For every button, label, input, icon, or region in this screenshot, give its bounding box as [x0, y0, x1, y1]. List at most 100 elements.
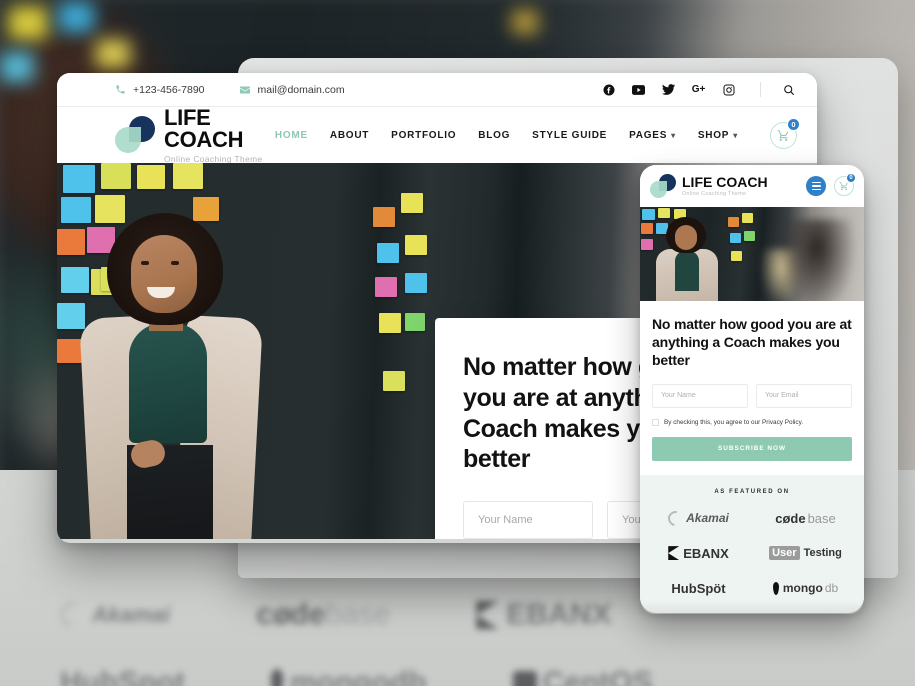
- bg-sticky-note: [0, 52, 34, 82]
- hamburger-menu-icon[interactable]: [806, 176, 826, 196]
- nav-item-pages[interactable]: PAGES ▾: [629, 130, 676, 141]
- mobile-cart-icon: [839, 181, 848, 191]
- mobile-woman-face: [675, 225, 697, 250]
- nav-item-portfolio[interactable]: PORTFOLIO: [391, 130, 456, 141]
- mobile-consent-label: By checking this, you agree to our Priva…: [664, 418, 804, 426]
- bg-sticky-note: [8, 6, 48, 40]
- mobile-logo-ebanx-text: EBANX: [683, 545, 729, 561]
- mobile-subscribe-button[interactable]: SUBSCRIBE NOW: [652, 436, 852, 461]
- cart-icon: [777, 129, 789, 141]
- contact-email[interactable]: mail@domain.com: [239, 84, 345, 96]
- social-links: G+: [602, 82, 795, 97]
- mobile-email-input[interactable]: Your Email: [756, 383, 852, 408]
- mobile-logo-title: LIFE COACH: [682, 174, 768, 190]
- twitter-icon[interactable]: [662, 83, 675, 96]
- mobile-site-logo[interactable]: LIFE COACH Online Coaching Theme: [650, 173, 768, 199]
- googleplus-icon[interactable]: G+: [692, 83, 706, 96]
- logo-leaf-shape: [115, 127, 141, 153]
- hamburger-bar: [811, 181, 821, 184]
- divider: [760, 82, 761, 97]
- mobile-header: LIFE COACH Online Coaching Theme 0: [640, 165, 864, 207]
- nav-item-blog[interactable]: BLOG: [478, 130, 510, 141]
- mobile-sticky-note: [744, 231, 755, 241]
- nav-item-home[interactable]: HOME: [275, 130, 308, 141]
- mobile-logo-akamai: Akamai: [665, 507, 729, 529]
- instagram-icon[interactable]: [722, 83, 735, 96]
- mobile-cart-button[interactable]: 0: [834, 173, 856, 196]
- mobile-logo-akamai-text: Akamai: [686, 511, 729, 526]
- site-logo[interactable]: LIFE COACH Online Coaching Theme: [115, 104, 275, 164]
- facebook-icon[interactable]: [602, 83, 615, 96]
- hero-sticky-note: [63, 165, 95, 193]
- mobile-logo-usertesting-main: User: [769, 546, 800, 561]
- hero-sticky-note: [383, 371, 405, 391]
- logo-tagline: Online Coaching Theme: [164, 153, 263, 164]
- bg-logo-row-2: HubSpot mongodb CentOS: [60, 666, 885, 686]
- mobile-logo-hubspot-text: HubSpöt: [671, 580, 726, 596]
- bg-logo-akamai: Akamai: [54, 596, 170, 634]
- ebanx-mark-icon: [668, 546, 680, 561]
- hero-sticky-note: [375, 277, 397, 297]
- mobile-logo-hubspot: HubSpöt: [671, 581, 725, 596]
- hero-sticky-note: [101, 163, 131, 189]
- contact-phone[interactable]: +123-456-7890: [115, 84, 205, 96]
- nav-item-about[interactable]: ABOUT: [330, 130, 369, 141]
- mobile-consent-checkbox[interactable]: [652, 418, 659, 426]
- bg-logo-ebanx: EBANX: [476, 598, 611, 632]
- mobile-logo-ebanx: EBANX: [668, 546, 729, 561]
- hero-sticky-note: [377, 243, 399, 263]
- akamai-swirl-icon: [665, 507, 687, 529]
- nav-item-shop[interactable]: SHOP ▾: [698, 130, 738, 141]
- nav-item-shop-label: SHOP: [697, 129, 730, 141]
- mobile-form-row: Your Name Your Email: [652, 383, 852, 408]
- mobile-consent-row[interactable]: By checking this, you agree to our Priva…: [652, 418, 852, 426]
- mobile-sticky-note: [641, 239, 653, 250]
- mobile-sticky-note: [730, 233, 741, 243]
- mobile-hero-body: No matter how good you are at anything a…: [640, 301, 864, 461]
- mobile-blurred-person-foreground: [778, 219, 856, 301]
- nav-item-style-guide[interactable]: STYLE GUIDE: [532, 130, 607, 141]
- mobile-name-input[interactable]: Your Name: [652, 383, 748, 408]
- cart-count-badge: 0: [787, 117, 800, 131]
- phone-icon: [115, 84, 126, 95]
- mail-icon: [239, 84, 251, 96]
- hero-coach-woman: [75, 213, 265, 543]
- mobile-hero-photo: [640, 207, 864, 301]
- cart-button[interactable]: 0: [770, 117, 800, 149]
- hamburger-bar: [811, 188, 821, 191]
- mongo-leaf-icon: [772, 581, 779, 595]
- mobile-header-actions: 0: [806, 173, 856, 196]
- search-icon[interactable]: [782, 83, 795, 96]
- mobile-woman-top: [675, 251, 699, 291]
- mobile-mockup: LIFE COACH Online Coaching Theme 0 No ma…: [640, 165, 864, 613]
- youtube-icon[interactable]: [632, 83, 645, 96]
- mobile-logo-mongodb: mongo db: [772, 581, 838, 596]
- hero-sticky-note: [405, 313, 425, 331]
- mobile-cart-count-badge: 0: [846, 173, 856, 183]
- mobile-logo-codebase: cøde base: [775, 511, 836, 526]
- hero-name-input[interactable]: Your Name: [463, 501, 593, 539]
- nav-item-pages-label: PAGES: [629, 129, 668, 141]
- hero-sticky-note: [379, 313, 401, 333]
- mobile-coach-woman: [654, 215, 720, 301]
- hamburger-bar: [811, 185, 821, 187]
- woman-face: [131, 235, 197, 313]
- main-navigation: HOME ABOUT PORTFOLIO BLOG STYLE GUIDE PA…: [275, 117, 800, 149]
- hero-sticky-note: [137, 165, 165, 189]
- mobile-sticky-note: [641, 223, 653, 234]
- logo-title: LIFE COACH: [164, 104, 244, 152]
- mobile-sticky-note: [731, 251, 742, 261]
- hero-sticky-note: [405, 235, 427, 255]
- bg-sticky-note: [58, 2, 94, 32]
- woman-teal-top: [129, 323, 207, 443]
- mobile-featured-section: AS FEATURED ON Akamai cøde base EBANX Use…: [640, 474, 864, 613]
- mobile-logo-mongodb-main: mongo: [782, 581, 823, 596]
- mobile-logo-usertesting-sub: Testing: [803, 547, 842, 560]
- mobile-logo-text: LIFE COACH Online Coaching Theme: [682, 175, 768, 197]
- mobile-logo-leaf-shape: [650, 180, 667, 198]
- contact-email-text: mail@domain.com: [257, 83, 345, 96]
- akamai-swirl-icon: [54, 596, 92, 634]
- centos-mark-icon: [512, 671, 537, 686]
- ebanx-mark-icon: [476, 601, 499, 629]
- contact-phone-text: +123-456-7890: [133, 83, 205, 96]
